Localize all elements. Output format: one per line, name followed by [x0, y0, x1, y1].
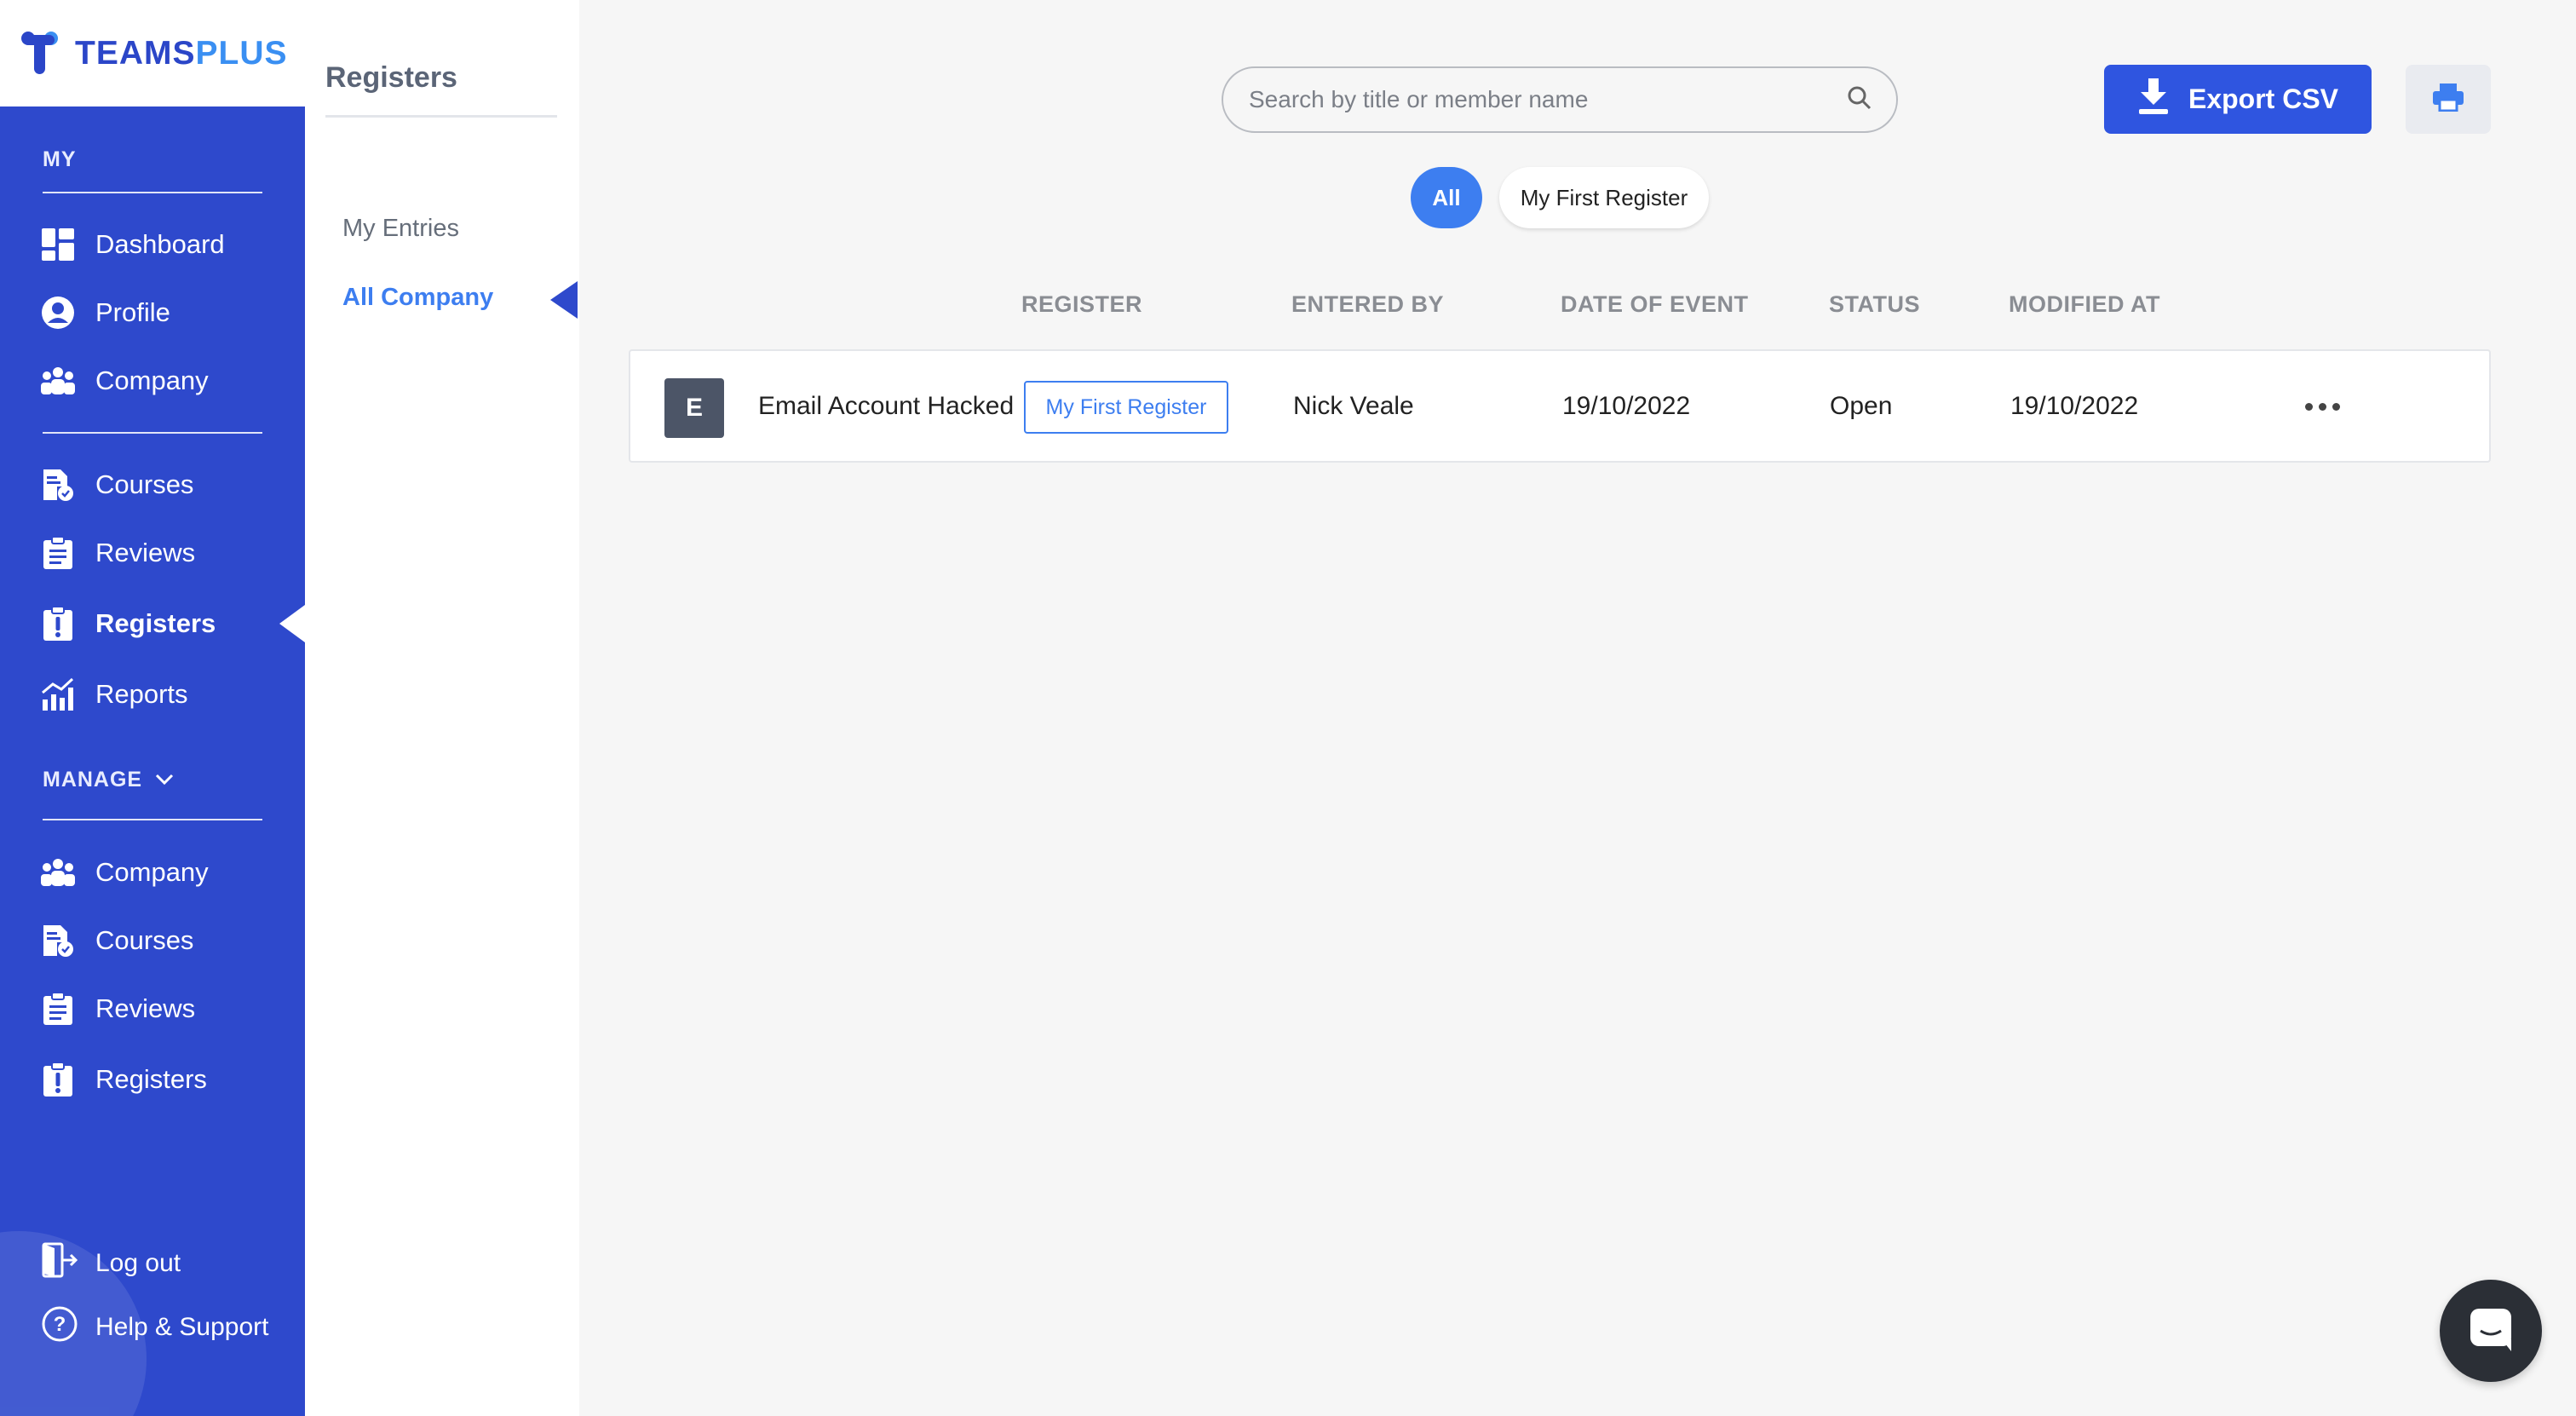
- sub-link-all-company[interactable]: All Company: [342, 284, 493, 312]
- sidebar-item-reviews[interactable]: Reviews: [39, 527, 195, 578]
- search-icon[interactable]: [1847, 85, 1872, 115]
- registers-subpanel: Registers My Entries All Company: [305, 0, 579, 1416]
- teamsplus-logo-icon: [20, 30, 66, 78]
- entered-by: Nick Veale: [1293, 392, 1414, 420]
- entry-avatar: E: [664, 378, 724, 438]
- table-row[interactable]: E Email Account Hacked My First Register…: [629, 349, 2491, 463]
- profile-icon: [39, 294, 77, 331]
- sidebar-item-label: Company: [95, 857, 209, 887]
- active-indicator: [279, 605, 305, 642]
- registers-icon: [39, 605, 77, 642]
- sidebar-item-dashboard[interactable]: Dashboard: [39, 219, 225, 270]
- divider: [43, 192, 262, 193]
- sidebar-item-label: Reviews: [95, 993, 196, 1023]
- sidebar-item-manage-reviews[interactable]: Reviews: [39, 983, 195, 1034]
- sidebar-item-profile[interactable]: Profile: [39, 287, 170, 338]
- divider: [325, 115, 557, 118]
- company-icon: [39, 362, 77, 400]
- section-toggle-manage[interactable]: MANAGE: [43, 768, 175, 792]
- courses-icon: [39, 922, 77, 959]
- help-label: Help & Support: [95, 1313, 269, 1341]
- help-support-button[interactable]: ? Help & Support: [41, 1304, 268, 1351]
- sidebar-item-label: Reports: [95, 679, 188, 709]
- company-icon: [39, 854, 77, 891]
- courses-icon: [39, 466, 77, 504]
- reports-icon: [39, 676, 77, 713]
- dashboard-icon: [39, 226, 77, 263]
- entry-title[interactable]: Email Account Hacked: [758, 392, 1014, 421]
- svg-text:?: ?: [54, 1313, 66, 1336]
- column-header-date-of-event[interactable]: DATE OF EVENT: [1561, 291, 1749, 318]
- sidebar-item-registers[interactable]: Registers: [39, 598, 216, 649]
- chat-launcher-button[interactable]: [2440, 1280, 2542, 1382]
- chat-icon: [2467, 1305, 2515, 1357]
- filter-chip-all[interactable]: All: [1411, 167, 1482, 228]
- logout-icon: [41, 1241, 78, 1286]
- sub-link-my-entries[interactable]: My Entries: [342, 215, 459, 243]
- column-header-register[interactable]: REGISTER: [1021, 291, 1142, 318]
- date-of-event: 19/10/2022: [1562, 392, 1691, 420]
- export-csv-label: Export CSV: [2188, 83, 2339, 114]
- sidebar-item-courses[interactable]: Courses: [39, 459, 193, 510]
- sidebar: MY Dashboard Profile Company Courses Rev…: [0, 106, 305, 1416]
- register-tag[interactable]: My First Register: [1024, 381, 1228, 434]
- sidebar-item-manage-registers[interactable]: Registers: [39, 1054, 207, 1105]
- search-input[interactable]: [1249, 86, 1847, 113]
- reviews-icon: [39, 534, 77, 572]
- brand-name: TEAMSPLUS: [75, 34, 288, 72]
- logout-label: Log out: [95, 1249, 181, 1277]
- sidebar-item-label: Registers: [95, 608, 216, 638]
- modified-at: 19/10/2022: [2010, 392, 2139, 420]
- help-icon: ?: [41, 1305, 78, 1350]
- status: Open: [1830, 392, 1893, 420]
- sidebar-item-manage-courses[interactable]: Courses: [39, 915, 193, 966]
- section-label-my: MY: [43, 147, 77, 171]
- printer-icon: [2432, 83, 2464, 116]
- sidebar-item-label: Company: [95, 366, 209, 395]
- column-header-status[interactable]: STATUS: [1829, 291, 1920, 318]
- sidebar-item-label: Profile: [95, 297, 170, 327]
- download-icon: [2137, 78, 2170, 122]
- chevron-down-icon: [154, 768, 175, 792]
- sidebar-item-label: Registers: [95, 1064, 207, 1094]
- sidebar-item-label: Reviews: [95, 538, 196, 567]
- sidebar-item-label: Courses: [95, 925, 194, 955]
- sidebar-item-label: Courses: [95, 469, 194, 499]
- divider: [43, 819, 262, 820]
- export-csv-button[interactable]: Export CSV: [2104, 65, 2372, 134]
- more-options-icon[interactable]: [2297, 385, 2348, 428]
- sidebar-item-company[interactable]: Company: [39, 355, 209, 406]
- subpanel-title: Registers: [325, 61, 457, 94]
- active-indicator: [550, 281, 578, 319]
- print-button[interactable]: [2406, 65, 2491, 134]
- sidebar-item-reports[interactable]: Reports: [39, 669, 188, 720]
- logo[interactable]: TEAMSPLUS: [0, 0, 305, 106]
- registers-icon: [39, 1061, 77, 1098]
- divider: [43, 432, 262, 434]
- search-box[interactable]: [1222, 66, 1898, 133]
- sidebar-item-manage-company[interactable]: Company: [39, 847, 209, 898]
- filter-chip-my-first-register[interactable]: My First Register: [1499, 167, 1709, 228]
- logout-button[interactable]: Log out: [41, 1240, 181, 1287]
- reviews-icon: [39, 990, 77, 1027]
- sidebar-item-label: Dashboard: [95, 229, 225, 259]
- column-header-modified-at[interactable]: MODIFIED AT: [2009, 291, 2160, 318]
- column-header-entered-by[interactable]: ENTERED BY: [1291, 291, 1444, 318]
